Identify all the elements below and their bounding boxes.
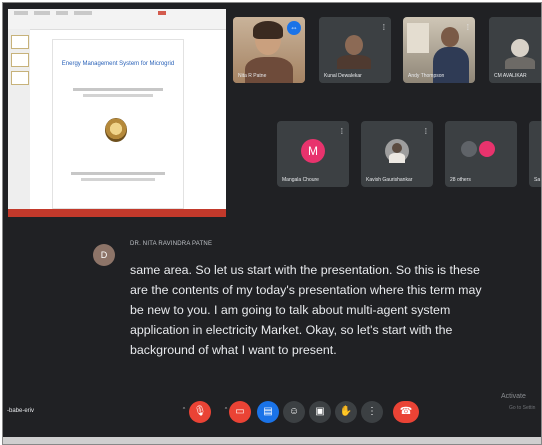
slide-subtitle-line	[83, 94, 153, 97]
present-icon: ▣	[315, 406, 325, 417]
slide-thumbnails	[8, 29, 30, 209]
participant-name: Sa	[534, 177, 541, 183]
caption-line: are the contents of my today's presentat…	[130, 283, 482, 297]
caption-speaker-name: DR. NITA RAVINDRA PATNE	[130, 241, 213, 247]
taskbar-strip	[3, 437, 541, 444]
emoji-button[interactable]: ☺	[283, 401, 305, 423]
participant-name: 28 others	[450, 177, 471, 183]
more-options-button[interactable]: ⋮	[361, 401, 383, 423]
present-button[interactable]: ▣	[309, 401, 331, 423]
slide-footer-line	[81, 178, 155, 181]
caption-line: same area. So let us start with the pres…	[130, 263, 480, 277]
participant-tile[interactable]: ⁞ Kunal Dewalekar	[319, 17, 391, 83]
captions-button[interactable]: ▤	[257, 401, 279, 423]
caption-line: be new to you. I am going to talk about …	[130, 303, 451, 317]
caption-text: same area. So let us start with the pres…	[130, 260, 525, 360]
participant-tile[interactable]: ⁞ Andy Thompson	[403, 17, 475, 83]
caption-avatar: D	[93, 244, 115, 266]
avatar: M	[301, 139, 325, 163]
participant-tile-others[interactable]: 28 others	[445, 121, 517, 187]
caption-line: background of what I want to present.	[130, 343, 337, 357]
caption-line: application in electricity Market. Okay,…	[130, 323, 453, 337]
participant-name: Kavish Gaurishankar	[366, 177, 413, 183]
slide-title: Energy Management System for Microgrid	[61, 61, 175, 67]
raise-hand-button[interactable]: ✋	[335, 401, 357, 423]
mic-off-icon: 🎙	[193, 406, 207, 417]
participant-tile[interactable]: M ⁞ Mangala Choure	[277, 121, 349, 187]
slide-footer-line	[71, 172, 165, 175]
end-call-icon: ☎	[399, 406, 413, 417]
more-icon: ⋮	[367, 406, 377, 417]
camera-off-icon: ▭	[235, 406, 245, 417]
captions-icon: ▤	[263, 406, 273, 417]
mic-off-icon: ⁞	[382, 23, 385, 32]
slide-ribbon	[8, 9, 226, 30]
slide-subtitle-line	[73, 88, 163, 91]
slide-page: Energy Management System for Microgrid	[52, 39, 184, 209]
participant-tile[interactable]: Sa	[529, 121, 541, 187]
slide-status-bar	[8, 209, 226, 217]
pin-icon[interactable]: ⇔	[287, 21, 301, 35]
participant-tile[interactable]: CM AVALIKAR	[489, 17, 541, 83]
end-call-button[interactable]: ☎	[393, 401, 419, 423]
participant-tile[interactable]: ⁞ Kavish Gaurishankar	[361, 121, 433, 187]
participant-name: CM AVALIKAR	[494, 73, 527, 79]
activate-watermark: Activate	[501, 393, 526, 400]
raise-hand-icon: ✋	[339, 406, 353, 417]
participant-name: Mangala Choure	[282, 177, 319, 183]
emoji-icon: ☺	[288, 406, 300, 417]
meet-window: Energy Management System for Microgrid ⇔…	[2, 2, 542, 445]
mic-off-icon: ⁞	[340, 127, 343, 136]
participant-name: Andy Thompson	[408, 73, 445, 79]
participant-tile[interactable]: ⇔ Nita R Patne	[233, 17, 305, 83]
participant-name: Nita R Patne	[238, 73, 267, 79]
camera-off-button[interactable]: ▭	[229, 401, 251, 423]
mic-off-button[interactable]: 🎙	[189, 401, 211, 423]
avatar	[479, 141, 495, 157]
avatar	[461, 141, 477, 157]
shared-screen[interactable]: Energy Management System for Microgrid	[8, 9, 226, 217]
activate-watermark-sub: Go to Settin	[509, 405, 536, 411]
mic-off-icon: ⁞	[424, 127, 427, 136]
mic-off-icon: ⁞	[466, 23, 469, 32]
avatar	[385, 139, 409, 163]
meeting-code: -babe-eriv	[7, 408, 35, 414]
participant-name: Kunal Dewalekar	[324, 73, 362, 79]
emblem-icon	[105, 118, 127, 142]
